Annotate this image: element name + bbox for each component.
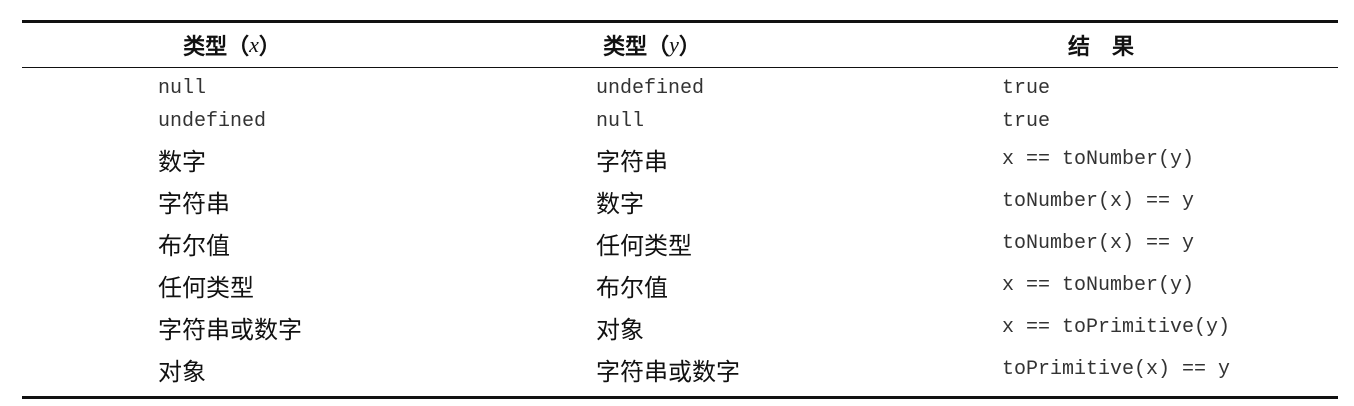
comparison-table: 类型（ x） 类型（ y） 结果 null undefined true undef… — [22, 20, 1338, 399]
cell-type-y: 对象 — [596, 315, 644, 344]
cell-result: toNumber(x) == y — [1002, 231, 1195, 255]
cell-type-x: 字符串或数字 — [158, 315, 302, 344]
header-type-x: 类型（ x） — [22, 23, 442, 67]
header-type-x-suffix: ） — [258, 35, 281, 60]
header-type-y-prefix: 类型（ — [603, 35, 670, 60]
cell-result: x == toNumber(y) — [1002, 273, 1195, 297]
table-row: 数字 字符串 x == toNumber(y) — [22, 138, 1338, 180]
cell-type-y: 字符串或数字 — [596, 357, 740, 386]
table-row: 任何类型 布尔值 x == toNumber(y) — [22, 264, 1338, 306]
cell-type-y: null — [596, 110, 645, 133]
table-row: 字符串 数字 toNumber(x) == y — [22, 180, 1338, 222]
cell-type-x: undefined — [158, 110, 267, 133]
cell-type-x: 字符串 — [158, 189, 230, 218]
table-row: 对象 字符串或数字 toPrimitive(x) == y — [22, 348, 1338, 390]
table-row: undefined null true — [22, 105, 1338, 138]
table-bottom-rule — [22, 396, 1338, 399]
cell-type-x: 布尔值 — [158, 231, 230, 260]
cell-type-x: 数字 — [158, 147, 206, 176]
cell-type-x: null — [158, 77, 207, 100]
cell-type-y: 数字 — [596, 189, 644, 218]
cell-result: true — [1002, 77, 1051, 100]
header-type-y-suffix: ） — [678, 35, 701, 60]
table-row: 字符串或数字 对象 x == toPrimitive(y) — [22, 306, 1338, 348]
cell-type-y: undefined — [596, 77, 705, 100]
cell-result: x == toNumber(y) — [1002, 147, 1195, 171]
cell-result: x == toPrimitive(y) — [1002, 315, 1231, 339]
header-type-x-var: x — [249, 32, 259, 57]
table-row: 布尔值 任何类型 toNumber(x) == y — [22, 222, 1338, 264]
header-type-x-prefix: 类型（ — [183, 35, 250, 60]
cell-result: true — [1002, 110, 1051, 133]
header-result: 结果 — [1067, 35, 1156, 60]
cell-type-x: 对象 — [158, 357, 206, 386]
table-header-rule — [22, 67, 1338, 68]
cell-type-y: 任何类型 — [596, 231, 692, 260]
cell-result: toNumber(x) == y — [1002, 189, 1195, 213]
cell-result: toPrimitive(x) == y — [1002, 357, 1231, 381]
table-header-row: 类型（ x） 类型（ y） 结果 — [22, 23, 1338, 67]
header-type-y-var: y — [669, 32, 679, 57]
cell-type-x: 任何类型 — [158, 273, 254, 302]
cell-type-y: 布尔值 — [596, 273, 668, 302]
cell-type-y: 字符串 — [596, 147, 668, 176]
table-row: null undefined true — [22, 72, 1338, 105]
header-type-y: 类型（ y） — [442, 23, 862, 67]
